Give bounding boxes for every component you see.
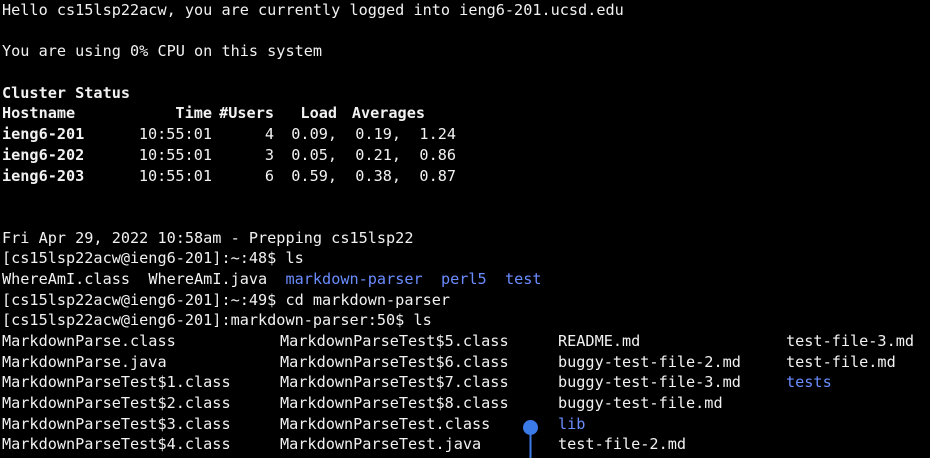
cluster-users: 6	[264, 166, 274, 185]
cluster-time: 10:55:01	[138, 145, 212, 164]
file-entry: test-file-3.md	[786, 332, 915, 350]
file-entry: MarkdownParseTest$7.class	[280, 373, 509, 392]
file-entry: WhereAmI.java	[148, 269, 268, 288]
header-time: Time	[175, 104, 212, 123]
file-entry: MarkdownParseTest.class	[280, 414, 491, 433]
file-entry: MarkdownParse.class	[2, 332, 176, 350]
cluster-time: 10:55:01	[138, 166, 212, 185]
ls-home-output: WhereAmI.class WhereAmI.java markdown-pa…	[2, 269, 930, 290]
header-averages: Averages	[351, 104, 425, 123]
file-entry: buggy-test-file-2.md	[558, 352, 741, 371]
file-entry: MarkdownParseTest$6.class	[280, 352, 509, 371]
ls-row: MarkdownParseTest$3.class MarkdownParseTe…	[2, 414, 930, 435]
ls-parser-output: MarkdownParse.class MarkdownParseTest$5.c…	[2, 331, 930, 455]
file-entry	[786, 414, 930, 435]
ls-row: MarkdownParse.class MarkdownParseTest$5.c…	[2, 331, 930, 352]
cluster-load-5: 0.38,	[355, 166, 401, 185]
file-entry: README.md	[558, 332, 641, 350]
header-users: #Users	[219, 104, 274, 123]
header-hostname: Hostname	[2, 104, 76, 123]
cluster-hostname: ieng6-201	[2, 125, 85, 144]
file-entry: test-file.md	[786, 352, 896, 371]
cluster-row: ieng6-203 10:55:01 6 0.59, 0.38, 0.87	[2, 166, 930, 187]
cluster-load-5: 0.19,	[355, 125, 401, 144]
motd-cpu: You are using 0% CPU on this system	[2, 42, 323, 61]
ls-row: MarkdownParse.java MarkdownParseTest$6.cl…	[2, 352, 930, 373]
cluster-load-15: 0.87	[419, 166, 456, 185]
cluster-load-1: 0.09,	[291, 125, 337, 144]
file-entry: MarkdownParseTest$5.class	[280, 332, 509, 350]
cluster-load-5: 0.21,	[355, 145, 401, 164]
dir-entry: test	[504, 269, 542, 288]
terminal-window[interactable]: Hello cs15lsp22acw, you are currently lo…	[0, 0, 930, 458]
cluster-load-1: 0.05,	[291, 145, 337, 164]
file-entry: test-file-2.md	[558, 435, 687, 454]
prompt-cd: [cs15lsp22acw@ieng6-201]:~:49$ cd markdo…	[2, 290, 451, 309]
cluster-load-15: 1.24	[419, 125, 456, 144]
dir-entry: lib	[558, 414, 586, 433]
file-entry: buggy-test-file.md	[558, 394, 723, 413]
file-entry: MarkdownParseTest.java	[280, 435, 482, 454]
file-entry: MarkdownParseTest$3.class	[2, 414, 231, 433]
ls-row: MarkdownParseTest$1.class MarkdownParseTe…	[2, 372, 930, 393]
prompt-ls-parser: [cs15lsp22acw@ieng6-201]:markdown-parser…	[2, 311, 432, 330]
cluster-title: Cluster Status	[2, 83, 131, 102]
file-entry: buggy-test-file-3.md	[558, 373, 741, 392]
ls-row: MarkdownParseTest$2.class MarkdownParseTe…	[2, 393, 930, 414]
file-entry: WhereAmI.class	[2, 269, 131, 288]
cluster-row: ieng6-202 10:55:01 3 0.05, 0.21, 0.86	[2, 145, 930, 166]
cluster-time: 10:55:01	[138, 125, 212, 144]
dir-entry: perl5	[440, 269, 487, 288]
cluster-users: 3	[264, 145, 274, 164]
text-cursor-marker	[523, 420, 538, 458]
file-entry: MarkdownParseTest$2.class	[2, 394, 231, 413]
cluster-users: 4	[264, 125, 274, 144]
cluster-row: ieng6-201 10:55:01 4 0.09, 0.19, 1.24	[2, 124, 930, 145]
prompt-ls-home: [cs15lsp22acw@ieng6-201]:~:48$ ls	[2, 249, 304, 268]
motd-hello: Hello cs15lsp22acw, you are currently lo…	[2, 1, 624, 19]
file-entry: MarkdownParse.java	[2, 352, 167, 371]
file-entry: MarkdownParseTest$1.class	[2, 373, 231, 392]
file-entry	[786, 393, 930, 414]
cluster-rows: ieng6-201 10:55:01 4 0.09, 0.19, 1.24 ieng6-20…	[2, 124, 930, 186]
dir-entry: tests	[786, 373, 832, 392]
ls-row: MarkdownParseTest$4.class MarkdownParseTe…	[2, 434, 930, 455]
cluster-header-row: Hostname Time #Users Load Averages	[2, 103, 930, 124]
cluster-hostname: ieng6-202	[2, 145, 85, 164]
file-entry	[786, 434, 930, 455]
prep-message: Fri Apr 29, 2022 10:58am - Prepping cs15…	[2, 228, 414, 247]
file-entry: MarkdownParseTest$8.class	[280, 394, 509, 413]
cluster-load-1: 0.59,	[291, 166, 337, 185]
header-load: Load	[300, 104, 337, 123]
cluster-load-15: 0.86	[419, 145, 456, 164]
file-entry: MarkdownParseTest$4.class	[2, 435, 231, 454]
dir-entry: markdown-parser	[285, 269, 423, 288]
cluster-hostname: ieng6-203	[2, 166, 85, 185]
